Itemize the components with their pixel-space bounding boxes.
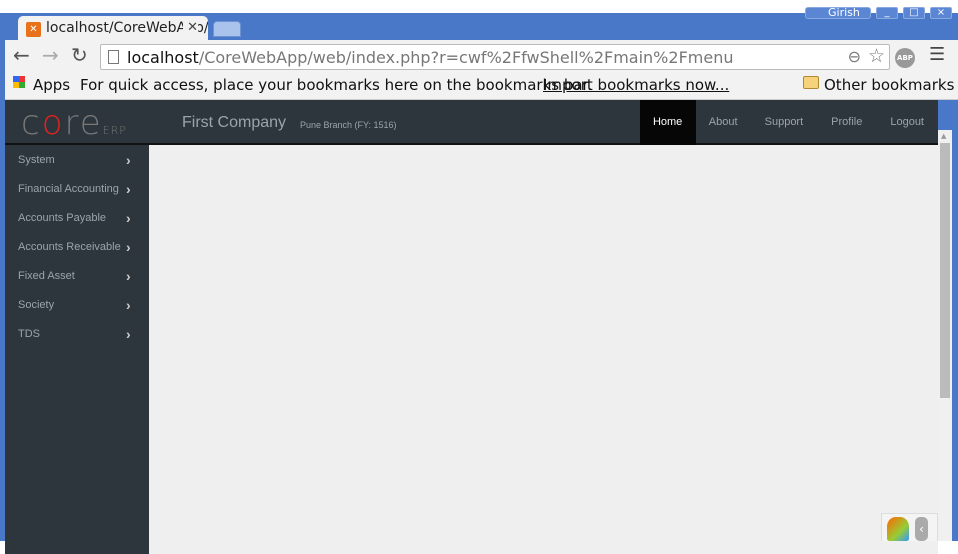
yii-debug-toolbar[interactable]: ‹ bbox=[881, 513, 938, 541]
nav-support[interactable]: Support bbox=[751, 100, 818, 145]
chevron-right-icon: › bbox=[126, 239, 131, 255]
scrollbar-thumb[interactable] bbox=[940, 143, 950, 398]
company-name: First Company bbox=[182, 114, 287, 131]
forward-icon[interactable]: → bbox=[42, 43, 59, 67]
profile-button[interactable]: Girish bbox=[805, 7, 871, 19]
chevron-right-icon: › bbox=[126, 268, 131, 284]
zoom-icon[interactable]: ⊖ bbox=[848, 47, 861, 66]
tab-active[interactable]: ✕ localhost/CoreWebApp/web/index.php?r=c… bbox=[18, 16, 208, 43]
tab-close-icon[interactable]: ✕ bbox=[183, 20, 198, 35]
scroll-up-icon[interactable]: ▲ bbox=[941, 132, 946, 140]
import-bookmarks-link[interactable]: Import bookmarks now... bbox=[543, 76, 729, 94]
xampp-favicon-icon: ✕ bbox=[26, 22, 41, 37]
app-page: coreERP First Company Pune Branch (FY: 1… bbox=[5, 100, 938, 554]
minimize-button[interactable]: _ bbox=[876, 7, 898, 19]
chevron-right-icon: › bbox=[126, 297, 131, 313]
chevron-right-icon: › bbox=[126, 326, 131, 342]
nav-about[interactable]: About bbox=[696, 100, 751, 145]
other-bookmarks[interactable]: Other bookmarks bbox=[824, 76, 954, 94]
sidebar-item-society[interactable]: Society › bbox=[5, 290, 149, 319]
bookmark-star-icon[interactable]: ☆ bbox=[868, 45, 885, 67]
sidebar-item-fixed-asset[interactable]: Fixed Asset › bbox=[5, 261, 149, 290]
app-header: coreERP First Company Pune Branch (FY: 1… bbox=[5, 100, 938, 145]
folder-icon bbox=[803, 76, 819, 89]
collapse-chevron-icon[interactable]: ‹ bbox=[915, 517, 928, 541]
chevron-right-icon: › bbox=[126, 181, 131, 197]
page-icon bbox=[108, 50, 119, 64]
vertical-scrollbar[interactable]: ▲ bbox=[938, 130, 952, 541]
top-nav: Home About Support Profile Logout bbox=[639, 100, 938, 145]
apps-grid-icon[interactable] bbox=[13, 76, 25, 88]
adblock-icon[interactable]: ABP bbox=[895, 48, 915, 68]
bookmarks-bar: Apps For quick access, place your bookma… bbox=[5, 72, 958, 100]
sidebar-item-financial-accounting[interactable]: Financial Accounting › bbox=[5, 174, 149, 203]
browser-toolbar: ← → ↻ localhost/CoreWebApp/web/index.php… bbox=[5, 40, 958, 72]
chrome-menu-icon[interactable]: ☰ bbox=[929, 44, 945, 65]
sidebar-item-system[interactable]: System › bbox=[5, 145, 149, 174]
bookmarks-hint: For quick access, place your bookmarks h… bbox=[80, 76, 593, 94]
chevron-right-icon: › bbox=[126, 152, 131, 168]
reload-icon[interactable]: ↻ bbox=[71, 43, 88, 67]
close-window-button[interactable]: × bbox=[930, 7, 952, 19]
apps-link[interactable]: Apps bbox=[33, 76, 70, 94]
chevron-right-icon: › bbox=[126, 210, 131, 226]
maximize-button[interactable]: □ bbox=[903, 7, 925, 19]
sidebar: System › Financial Accounting › Accounts P… bbox=[5, 145, 149, 554]
nav-profile[interactable]: Profile bbox=[817, 100, 876, 145]
sidebar-item-accounts-receivable[interactable]: Accounts Receivable › bbox=[5, 232, 149, 261]
address-bar[interactable]: localhost/CoreWebApp/web/index.php?r=cwf… bbox=[100, 44, 890, 70]
sidebar-item-tds[interactable]: TDS › bbox=[5, 319, 149, 348]
sidebar-item-accounts-payable[interactable]: Accounts Payable › bbox=[5, 203, 149, 232]
back-icon[interactable]: ← bbox=[13, 43, 30, 67]
new-tab-button[interactable] bbox=[213, 21, 241, 37]
core-erp-logo[interactable]: coreERP bbox=[21, 106, 127, 148]
nav-logout[interactable]: Logout bbox=[876, 100, 938, 145]
yii-logo-icon bbox=[887, 517, 909, 541]
nav-home[interactable]: Home bbox=[639, 100, 696, 145]
branch-info: Pune Branch (FY: 1516) bbox=[300, 120, 397, 130]
